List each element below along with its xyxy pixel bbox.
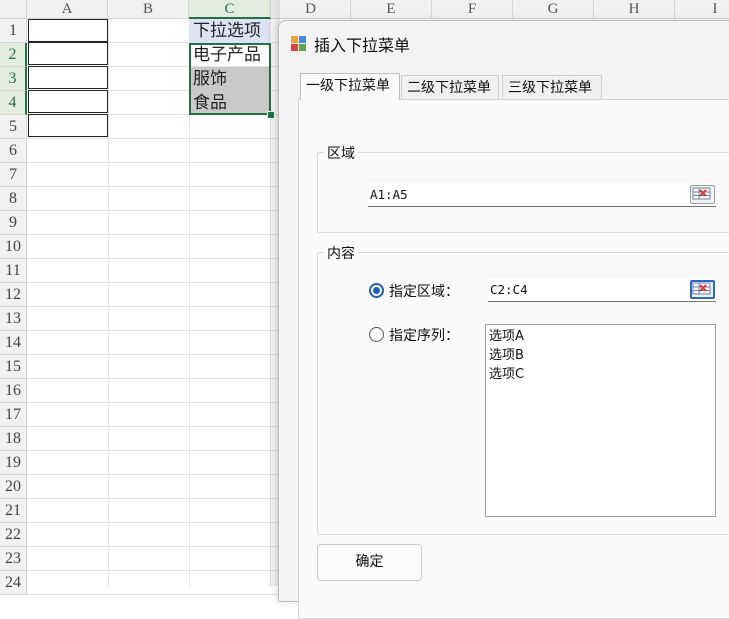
row-header-7[interactable]: 7 [0, 163, 27, 187]
row-header-3[interactable]: 3 [0, 67, 27, 91]
row-header-21[interactable]: 21 [0, 499, 27, 523]
cell-a1[interactable] [28, 19, 108, 42]
cell-c1[interactable]: 下拉选项 [189, 19, 270, 43]
column-header-c[interactable]: C [189, 0, 271, 19]
row-header-13[interactable]: 13 [0, 307, 27, 331]
row-header-6[interactable]: 6 [0, 139, 27, 163]
content-group-title: 内容 [324, 243, 358, 263]
row-header-24[interactable]: 24 [0, 571, 27, 595]
sequence-textarea[interactable]: 选项A 选项B 选项C [485, 324, 716, 517]
row-header-5[interactable]: 5 [0, 115, 27, 139]
range-select-icon [692, 187, 711, 200]
select-all-corner[interactable] [0, 0, 27, 19]
column-header-d[interactable]: D [271, 0, 351, 19]
row-header-15[interactable]: 15 [0, 355, 27, 379]
row-header-19[interactable]: 19 [0, 451, 27, 475]
row-header-11[interactable]: 11 [0, 259, 27, 283]
row-header-14[interactable]: 14 [0, 331, 27, 355]
row-header-22[interactable]: 22 [0, 523, 27, 547]
content-range-select-button[interactable] [690, 280, 715, 299]
row-header-16[interactable]: 16 [0, 379, 27, 403]
area-range-input[interactable] [368, 183, 716, 205]
column-header-a[interactable]: A [27, 0, 108, 19]
sequence-radio[interactable] [369, 327, 384, 342]
row-header-23[interactable]: 23 [0, 547, 27, 571]
row-header-20[interactable]: 20 [0, 475, 27, 499]
sequence-item: 选项B [489, 348, 524, 363]
ok-button[interactable]: 确定 [317, 544, 422, 581]
area-group: 区域 [317, 143, 729, 233]
cell-a5[interactable] [28, 114, 108, 137]
range-radio[interactable] [369, 283, 384, 298]
tab-level-2[interactable]: 二级下拉菜单 [401, 75, 499, 99]
row-header-18[interactable]: 18 [0, 427, 27, 451]
range-radio-label[interactable]: 指定区域： [389, 281, 459, 301]
row-header-1[interactable]: 1 [0, 19, 27, 43]
dialog-title: 插入下拉菜单 [314, 36, 411, 55]
selection-range-c2-c4 [189, 43, 271, 115]
row-header-4[interactable]: 4 [0, 91, 27, 115]
sequence-item: 选项A [489, 329, 524, 344]
tab-panel-level-1: 区域 内容 指定区域： [298, 99, 729, 619]
column-header-e[interactable]: E [351, 0, 432, 19]
row-header-10[interactable]: 10 [0, 235, 27, 259]
area-range-field[interactable] [368, 183, 716, 207]
app-icon [291, 36, 306, 51]
row-header-8[interactable]: 8 [0, 187, 27, 211]
row-header-9[interactable]: 9 [0, 211, 27, 235]
area-range-select-button[interactable] [690, 185, 715, 204]
row-header-2[interactable]: 2 [0, 43, 27, 67]
area-group-title: 区域 [324, 143, 358, 163]
column-header-g[interactable]: G [513, 0, 594, 19]
row-header-12[interactable]: 12 [0, 283, 27, 307]
insert-dropdown-dialog: 插入下拉菜单 区域 内容 [278, 20, 729, 619]
sequence-radio-label[interactable]: 指定序列： [389, 325, 459, 345]
cell-a3[interactable] [28, 66, 108, 89]
cell-a4[interactable] [28, 90, 108, 113]
sequence-item: 选项C [489, 367, 525, 382]
column-header-b[interactable]: B [108, 0, 189, 19]
range-select-icon [692, 282, 711, 295]
tab-level-1[interactable]: 一级下拉菜单 [300, 73, 400, 100]
row-header-17[interactable]: 17 [0, 403, 27, 427]
content-group: 内容 指定区域： 指定序列： 选项A 选项 [317, 243, 729, 535]
column-header-i[interactable]: I [675, 0, 729, 19]
dialog-titlebar[interactable]: 插入下拉菜单 [279, 21, 729, 65]
content-range-field[interactable] [488, 278, 716, 302]
tab-level-3[interactable]: 三级下拉菜单 [502, 75, 602, 99]
column-gridline [108, 19, 109, 586]
column-header-h[interactable]: H [594, 0, 675, 19]
content-range-input[interactable] [488, 278, 716, 300]
cell-a2[interactable] [28, 42, 108, 65]
column-header-f[interactable]: F [432, 0, 513, 19]
